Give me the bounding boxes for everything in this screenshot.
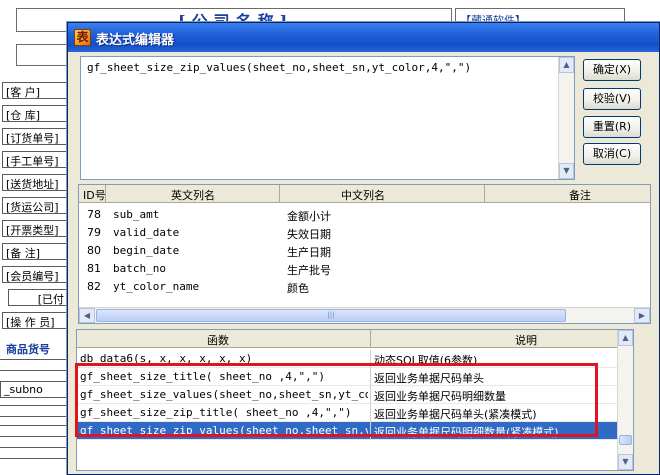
header-separator	[279, 185, 280, 203]
function-signature: db_data6(s, x, x, x, x, x)	[80, 352, 253, 365]
check-button[interactable]: 校验(V)	[583, 88, 641, 110]
ok-button[interactable]: 确定(X)	[583, 59, 641, 81]
scroll-thumb[interactable]: |||	[96, 309, 566, 322]
row-cn-name: 生产批号	[287, 264, 331, 277]
row-cn-name: 失效日期	[287, 228, 331, 241]
delivery-address-label: [送货地址]	[2, 174, 70, 191]
list-item[interactable]: gf_sheet_size_title( sheet_no ,4,",") 返回…	[77, 368, 618, 386]
app-icon: 表	[74, 29, 91, 46]
column-divider	[370, 422, 371, 440]
expression-scrollbar[interactable]: ▲ ▼	[558, 57, 574, 179]
order-no-label: [订货单号]	[2, 128, 70, 145]
table-row[interactable]: 80 begin_date 生产日期	[79, 242, 650, 260]
row-id: 81	[87, 262, 101, 275]
row-en-name: begin_date	[113, 244, 180, 257]
table-row[interactable]: 78 sub_amt 金额小计	[79, 206, 650, 224]
dialog-titlebar[interactable]: 表 表达式编辑器	[68, 23, 659, 52]
columns-hscrollbar[interactable]: ◀ ||| ▶	[79, 307, 650, 323]
row-en-name: valid_date	[113, 226, 180, 239]
remark-label: [备 注]	[2, 243, 70, 260]
freight-company-label: [货运公司]	[2, 197, 70, 214]
row-id: 82	[87, 280, 101, 293]
row-cn-name: 金额小计	[287, 210, 331, 223]
goods-no-label: 商品货号	[6, 343, 50, 356]
function-signature: gf_sheet_size_zip_title( sheet_no ,4,","…	[80, 406, 352, 419]
list-item[interactable]: gf_sheet_size_values(sheet_no,sheet_sn,y…	[77, 386, 618, 404]
warehouse-label: [仓 库]	[2, 105, 70, 122]
scroll-right-icon[interactable]: ▶	[634, 308, 650, 323]
functions-vscrollbar[interactable]: ▲ ▼	[617, 330, 633, 470]
scroll-up-icon[interactable]: ▲	[559, 57, 574, 73]
header-cn-name: 中文列名	[341, 189, 385, 202]
row-id: 80	[87, 244, 101, 257]
header-description: 说明	[515, 334, 537, 347]
table-row[interactable]: 81 batch_no 生产批号	[79, 260, 650, 278]
column-divider	[370, 368, 371, 386]
grid-line	[0, 359, 70, 371]
row-en-name: yt_color_name	[113, 280, 200, 293]
function-description: 返回业务单据尺码单头(紧凑模式)	[374, 408, 537, 421]
function-description: 返回业务单据尺码明细数量	[374, 390, 506, 403]
header-remark: 备注	[569, 189, 591, 202]
scroll-left-icon[interactable]: ◀	[79, 308, 95, 323]
function-signature: gf_sheet_size_values(sheet_no,sheet_sn,y…	[80, 388, 368, 401]
scroll-up-icon[interactable]: ▲	[618, 330, 633, 346]
function-description: 动态SQL取值(6参数)	[374, 354, 478, 367]
header-en-name: 英文列名	[171, 189, 215, 202]
subno-label: _subno	[0, 381, 70, 398]
grid-line	[0, 425, 70, 437]
list-item-selected[interactable]: gf_sheet_size_zip_values(sheet_no,sheet_…	[77, 422, 618, 440]
column-divider	[370, 404, 371, 422]
reset-button[interactable]: 重置(R)	[583, 116, 641, 138]
function-signature: gf_sheet_size_title( sheet_no ,4,",")	[80, 370, 326, 383]
column-divider	[370, 350, 371, 368]
customer-label: [客 户]	[2, 82, 70, 99]
header-separator	[370, 330, 371, 348]
scroll-down-icon[interactable]: ▼	[559, 163, 574, 179]
row-id: 78	[87, 208, 101, 221]
list-item[interactable]: gf_sheet_size_zip_title( sheet_no ,4,","…	[77, 404, 618, 422]
row-en-name: batch_no	[113, 262, 166, 275]
functions-table[interactable]: 函数 说明 db_data6(s, x, x, x, x, x) 动态SQL取值…	[76, 329, 634, 471]
header-id: ID号	[83, 189, 106, 202]
table-row[interactable]: 82 yt_color_name 颜色	[79, 278, 650, 296]
row-cn-name: 生产日期	[287, 246, 331, 259]
function-description: 返回业务单据尺码明细数量(紧凑模式)	[374, 426, 559, 439]
operator-label: [操 作 员]	[2, 312, 70, 329]
paid-label: [已付	[8, 289, 68, 306]
function-description: 返回业务单据尺码单头	[374, 372, 484, 385]
scroll-down-icon[interactable]: ▼	[618, 454, 633, 470]
grid-line	[0, 405, 70, 417]
row-en-name: sub_amt	[113, 208, 160, 221]
grid-line	[0, 447, 70, 459]
dialog-title: 表达式编辑器	[96, 33, 175, 48]
header-function: 函数	[207, 334, 229, 347]
expression-editor-dialog: 表 表达式编辑器 gf_sheet_size_zip_values(sheet_…	[67, 22, 660, 475]
expression-text: gf_sheet_size_zip_values(sheet_no,sheet_…	[87, 61, 472, 74]
header-separator	[484, 185, 485, 203]
cancel-button[interactable]: 取消(C)	[583, 143, 641, 165]
columns-table[interactable]: ID号 英文列名 中文列名 备注 78 sub_amt 金额小计 79 vali…	[78, 184, 651, 324]
list-item[interactable]: db_data6(s, x, x, x, x, x) 动态SQL取值(6参数)	[77, 350, 618, 368]
member-no-label: [会员编号]	[2, 266, 70, 283]
column-divider	[370, 386, 371, 404]
scroll-thumb[interactable]	[619, 435, 632, 445]
expression-textarea[interactable]: gf_sheet_size_zip_values(sheet_no,sheet_…	[80, 56, 575, 180]
functions-header: 函数 说明	[77, 330, 618, 348]
manual-no-label: [手工单号]	[2, 151, 70, 168]
table-row[interactable]: 79 valid_date 失效日期	[79, 224, 650, 242]
function-signature: gf_sheet_size_zip_values(sheet_no,sheet_…	[80, 424, 368, 437]
invoice-type-label: [开票类型]	[2, 220, 70, 237]
header-separator	[105, 185, 106, 203]
row-cn-name: 颜色	[287, 282, 309, 295]
row-id: 79	[87, 226, 101, 239]
columns-header: ID号 英文列名 中文列名 备注	[79, 185, 650, 203]
